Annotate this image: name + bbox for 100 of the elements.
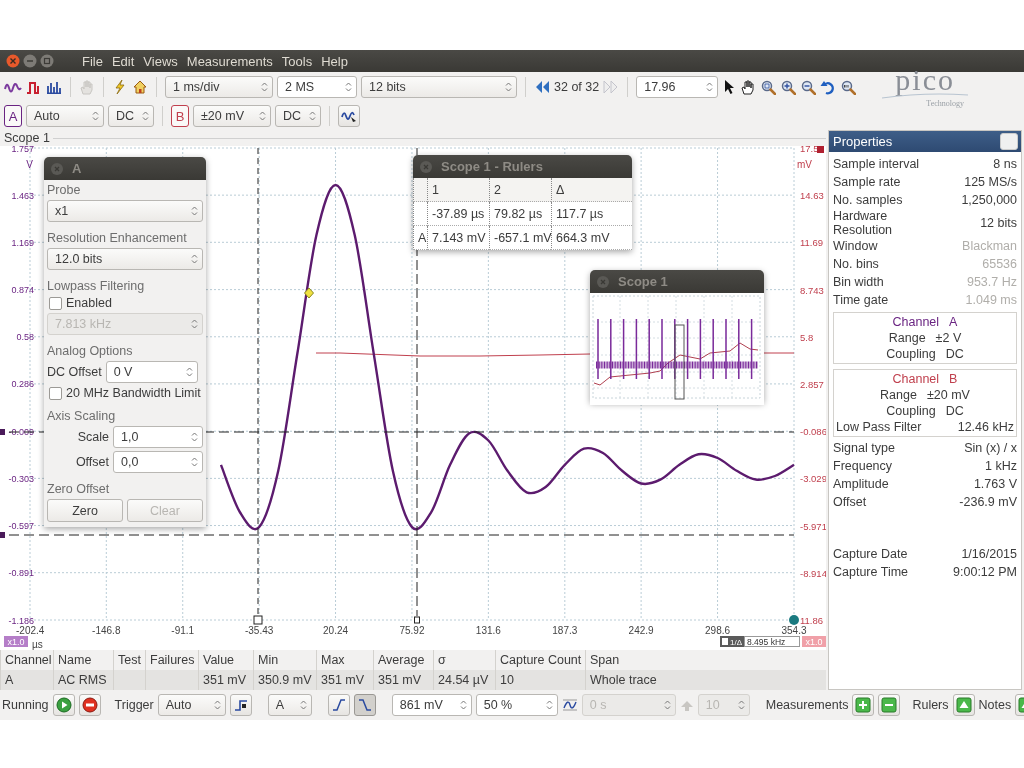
home-icon[interactable] bbox=[132, 79, 148, 95]
axis-tick-label: 8.743 bbox=[800, 284, 824, 296]
spin-arrows-icon bbox=[663, 699, 671, 711]
axis-unit-label: mV bbox=[797, 159, 812, 170]
property-value: -236.9 mV bbox=[959, 495, 1017, 509]
panel-button[interactable] bbox=[1000, 133, 1018, 150]
close-icon[interactable] bbox=[6, 54, 20, 68]
property-value: 65536 bbox=[982, 257, 1017, 271]
dropdown[interactable]: Auto bbox=[157, 694, 226, 716]
channel-button[interactable]: B bbox=[171, 105, 189, 127]
signal-generator-button[interactable] bbox=[338, 105, 360, 127]
menu-item[interactable]: File bbox=[79, 53, 106, 69]
spin-arrows-icon bbox=[213, 699, 221, 711]
property-label: Range bbox=[880, 387, 917, 403]
property-value: 9:00:12 PM bbox=[953, 565, 1017, 579]
run-button[interactable] bbox=[52, 694, 75, 716]
axis-handle[interactable] bbox=[789, 615, 799, 625]
waveform-thumbnail-drawing[interactable] bbox=[590, 293, 764, 402]
spin-arrows-icon bbox=[459, 699, 467, 711]
zoom-in-icon[interactable] bbox=[780, 79, 797, 95]
dropdown[interactable]: Auto bbox=[26, 105, 104, 127]
dropdown[interactable]: 12 bits bbox=[361, 76, 517, 98]
property-label: Capture Date bbox=[833, 547, 909, 561]
spin-field[interactable]: 50 % bbox=[475, 694, 558, 716]
spin-arrows-icon bbox=[309, 110, 316, 122]
dropdown[interactable]: DC bbox=[275, 105, 321, 127]
property-value: 953.7 Hz bbox=[966, 275, 1017, 289]
magnifier-icon[interactable] bbox=[760, 79, 777, 95]
menu-item[interactable]: Measurements bbox=[183, 53, 276, 69]
minimize-icon[interactable] bbox=[23, 54, 37, 68]
section-label: Resolution Enhancement bbox=[47, 231, 188, 245]
spin-field[interactable]: 17.96 bbox=[636, 76, 719, 98]
axis-tick-label: -5.971 bbox=[800, 520, 826, 532]
bar-chart-icon[interactable] bbox=[46, 80, 62, 94]
spin-arrows-icon bbox=[191, 205, 198, 217]
trigger-type-button[interactable] bbox=[229, 694, 252, 716]
hand-icon[interactable] bbox=[740, 79, 757, 95]
menu-item[interactable]: Edit bbox=[108, 53, 138, 69]
field-label: Notes bbox=[978, 698, 1012, 712]
dropdown[interactable]: 12.0 bits bbox=[47, 248, 203, 270]
pre-trigger-icon[interactable] bbox=[561, 697, 578, 713]
remove-button[interactable] bbox=[878, 694, 901, 716]
table-cell: 351 mV bbox=[198, 670, 253, 690]
readout-mode-badge[interactable]: 1/Δ bbox=[720, 636, 744, 647]
axis-tick-label: -91.1 bbox=[171, 625, 195, 636]
axis-tick-label: -0.086 bbox=[800, 426, 826, 438]
ruler-handle[interactable] bbox=[0, 532, 5, 538]
menu-item[interactable]: Help bbox=[318, 53, 351, 69]
spin-field[interactable]: 0 V bbox=[105, 361, 198, 383]
spin-field[interactable]: 2 MS bbox=[277, 76, 357, 98]
stop-button[interactable] bbox=[78, 694, 101, 716]
dropdown[interactable]: ±20 mV bbox=[193, 105, 271, 127]
toggle-button[interactable] bbox=[952, 694, 975, 716]
table-cell: -37.89 µs bbox=[427, 202, 489, 226]
axis-tick-label: 131.6 bbox=[475, 625, 501, 636]
axis-tick-label: -3.029 bbox=[800, 473, 826, 485]
waveform-icon[interactable] bbox=[4, 80, 22, 94]
channel-letter: A bbox=[949, 314, 958, 330]
channel-heading: Channel bbox=[892, 371, 940, 387]
trace-marker[interactable] bbox=[304, 287, 314, 299]
dropdown[interactable]: DC bbox=[108, 105, 154, 127]
edge-button[interactable] bbox=[353, 694, 376, 716]
stop-icon bbox=[81, 697, 98, 713]
axis-handle[interactable] bbox=[817, 146, 824, 153]
table-cell: AC RMS bbox=[53, 670, 113, 690]
property-value: 8 ns bbox=[993, 157, 1017, 171]
property-value: 1/16/2015 bbox=[961, 547, 1017, 561]
window-title: Scope 1 - Rulers bbox=[441, 159, 543, 174]
checkbox[interactable] bbox=[49, 386, 62, 400]
undo-icon[interactable] bbox=[820, 79, 837, 95]
pulse-icon[interactable] bbox=[26, 80, 42, 94]
magnifier-icon[interactable] bbox=[840, 79, 857, 95]
dropdown[interactable]: A bbox=[267, 694, 312, 716]
dropdown[interactable]: x1 bbox=[47, 200, 203, 222]
dropdown[interactable]: 1 ms/div bbox=[165, 76, 273, 98]
window-title: A bbox=[72, 161, 82, 176]
axis-tick-label: 298.6 bbox=[705, 625, 731, 636]
spin-arrows-icon bbox=[261, 81, 268, 93]
axis-tick-label: 5.8 bbox=[800, 331, 814, 343]
channel-button[interactable]: A bbox=[4, 105, 22, 127]
menu-item[interactable]: Views bbox=[140, 53, 181, 69]
edge-button[interactable] bbox=[327, 694, 350, 716]
ruler-handle[interactable] bbox=[253, 615, 263, 625]
menu-item[interactable]: Tools bbox=[278, 53, 316, 69]
ruler-handle[interactable] bbox=[414, 616, 420, 624]
property-label: Range bbox=[888, 330, 926, 346]
spin-field[interactable]: 0,0 bbox=[113, 451, 203, 473]
double-arrow-left-icon[interactable] bbox=[534, 79, 550, 95]
lightning-icon[interactable] bbox=[112, 79, 128, 95]
ruler-handle[interactable] bbox=[0, 429, 5, 435]
zoom-out-icon[interactable] bbox=[800, 79, 817, 95]
axis-tick-label: -202.4 bbox=[16, 625, 45, 636]
spin-field[interactable]: 1,0 bbox=[113, 426, 203, 448]
add-button[interactable] bbox=[852, 694, 875, 716]
axis-tick-label: -0.303 bbox=[8, 473, 34, 484]
action-button[interactable]: Zero bbox=[47, 499, 123, 522]
maximize-icon[interactable] bbox=[40, 54, 54, 68]
checkbox-label: Enabled bbox=[66, 296, 112, 310]
spin-field[interactable]: 861 mV bbox=[391, 694, 472, 716]
checkbox[interactable] bbox=[49, 296, 62, 310]
